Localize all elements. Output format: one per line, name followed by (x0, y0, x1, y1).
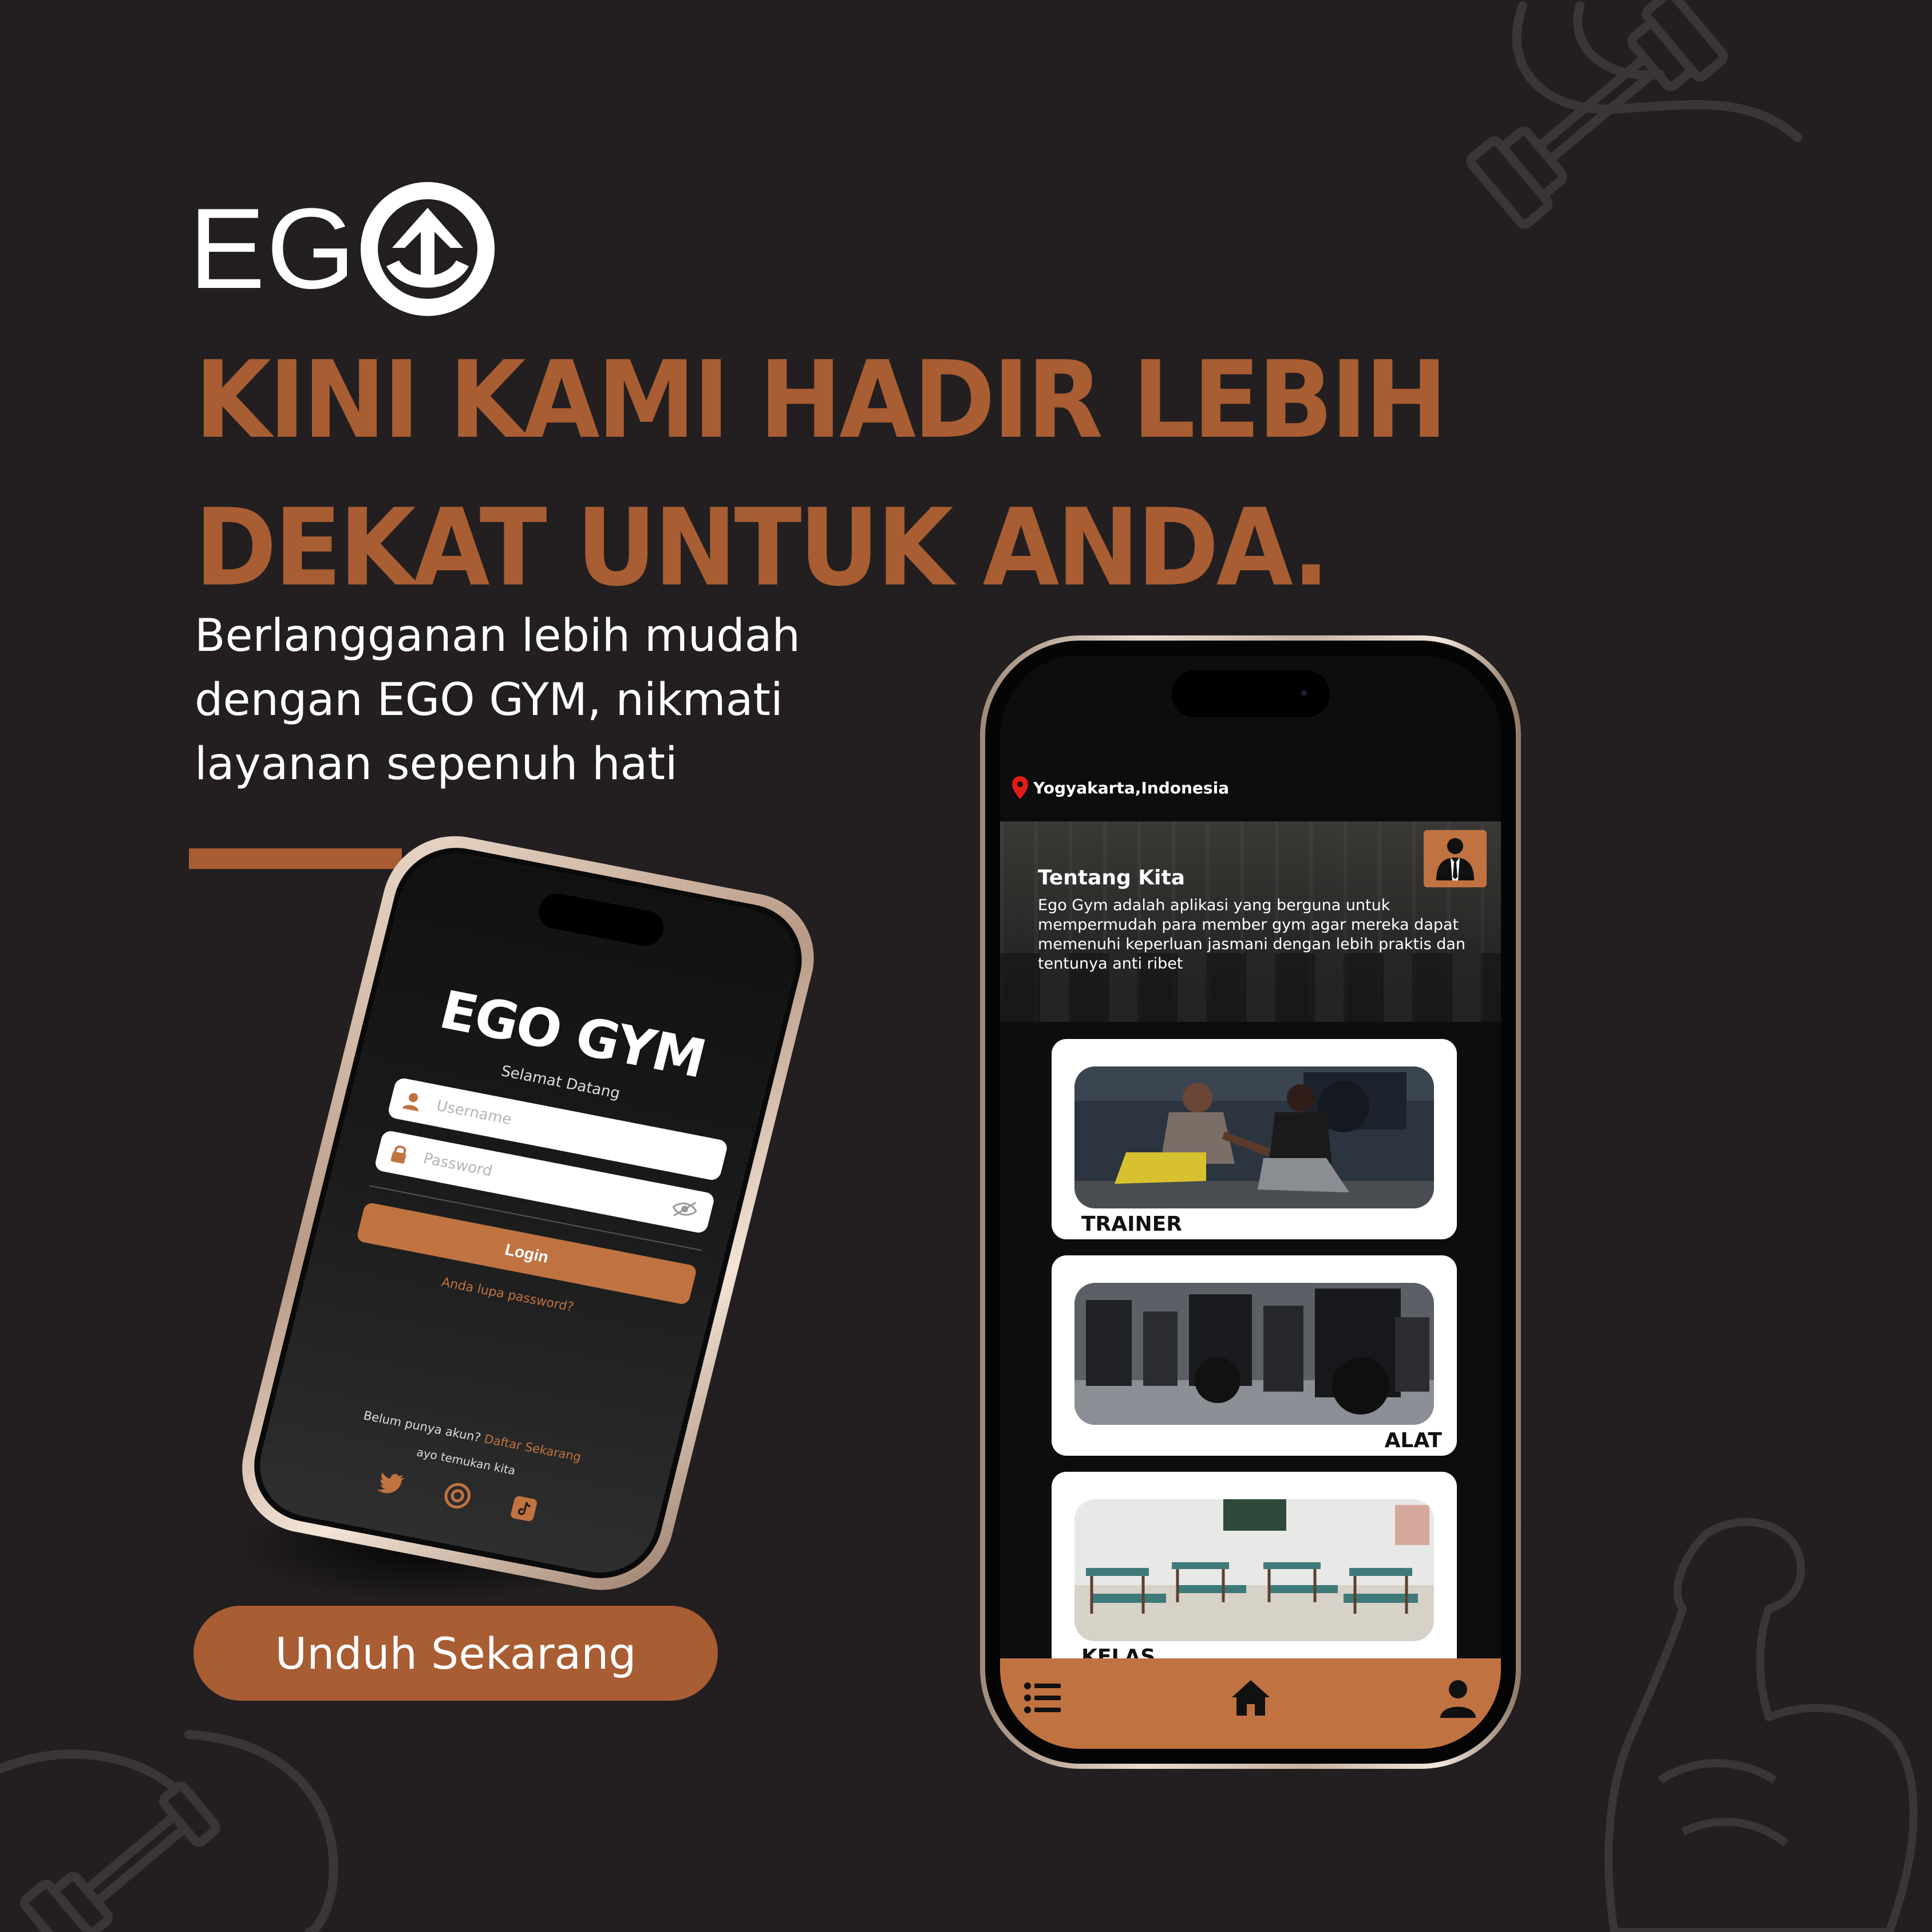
instagram-icon[interactable] (441, 1480, 475, 1512)
accent-divider (189, 848, 402, 869)
hide-password-icon[interactable] (670, 1198, 699, 1221)
subheadline: Berlangganan lebih mudah dengan EGO GYM,… (195, 604, 939, 796)
download-now-button[interactable]: Unduh Sekarang (193, 1606, 718, 1701)
headline-line-1: KINI KAMI HADIR LEBIH (195, 338, 1448, 462)
register-link[interactable]: Daftar Sekarang (483, 1432, 582, 1464)
dumbbell-decoration-top-right (1431, 0, 1843, 321)
equipment-photo (1074, 1283, 1434, 1425)
about-title: Tentang Kita (1038, 866, 1185, 890)
subheadline-line-2: dengan EGO GYM, nikmati (195, 674, 783, 726)
login-phone-mockup: EGO GYM Selamat Datang Username Password… (227, 824, 829, 1602)
headline: KINI KAMI HADIR LEBIH DEKAT UNTUK ANDA. (195, 326, 1526, 622)
tiktok-icon[interactable] (507, 1493, 541, 1525)
overwatch-style-emblem-icon (359, 180, 496, 318)
home-icon[interactable] (1231, 1678, 1271, 1718)
dynamic-island (535, 890, 667, 949)
trainer-card[interactable]: TRAINER (1052, 1039, 1457, 1239)
trainer-label: TRAINER (1081, 1212, 1182, 1236)
subheadline-line-3: layanan sepenuh hati (195, 738, 678, 790)
location-pin-icon (1012, 776, 1029, 800)
password-placeholder: Password (421, 1150, 495, 1180)
dynamic-island (1171, 670, 1330, 717)
equipment-label: ALAT (1384, 1429, 1442, 1452)
class-card[interactable]: KELAS (1052, 1472, 1457, 1672)
bottom-navigation (1000, 1658, 1501, 1749)
equipment-card[interactable]: ALAT (1052, 1255, 1457, 1456)
logo-text: EG (189, 185, 357, 313)
lock-icon (388, 1143, 412, 1165)
about-banner[interactable]: Tentang Kita Ego Gym adalah aplikasi yan… (1000, 821, 1501, 1022)
home-phone-mockup: Yogyakarta,Indonesia Tentang Kita Ego Gy… (980, 635, 1521, 1769)
phone-bezel: Yogyakarta,Indonesia Tentang Kita Ego Gy… (985, 641, 1516, 1764)
ego-logo: EG (189, 180, 496, 318)
home-screen: Yogyakarta,Indonesia Tentang Kita Ego Gy… (1000, 655, 1501, 1749)
profile-icon[interactable] (1438, 1678, 1478, 1718)
staff-icon[interactable] (1424, 830, 1487, 887)
location-text: Yogyakarta,Indonesia (1033, 778, 1230, 797)
user-icon (401, 1089, 425, 1112)
twitter-icon[interactable] (374, 1467, 408, 1499)
trainer-photo (1074, 1066, 1434, 1208)
headline-line-2: DEKAT UNTUK ANDA. (195, 485, 1330, 610)
class-photo (1074, 1499, 1434, 1641)
about-description: Ego Gym adalah aplikasi yang berguna unt… (1038, 896, 1466, 973)
menu-list-icon[interactable] (1023, 1678, 1063, 1718)
location-indicator[interactable]: Yogyakarta,Indonesia (1012, 776, 1229, 800)
dumbbell-decoration-bottom-left (0, 1717, 355, 1932)
login-screen: EGO GYM Selamat Datang Username Password… (242, 837, 815, 1589)
username-placeholder: Username (434, 1097, 513, 1129)
muscle-arm-decoration (1568, 1511, 1932, 1932)
subheadline-line-1: Berlangganan lebih mudah (195, 610, 800, 662)
